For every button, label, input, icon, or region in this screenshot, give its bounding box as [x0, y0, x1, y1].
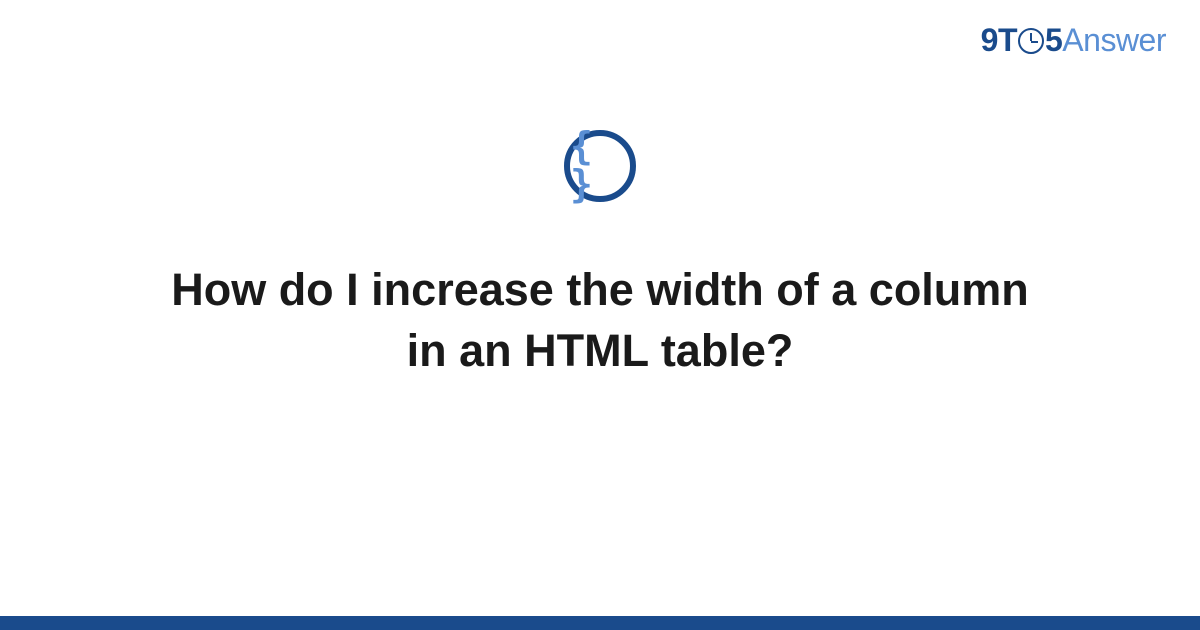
clock-icon	[1018, 28, 1044, 54]
code-braces-icon: { }	[564, 130, 636, 202]
logo-text-5: 5	[1045, 22, 1062, 59]
braces-glyph: { }	[570, 127, 630, 203]
logo-text-answer: Answer	[1062, 22, 1166, 59]
logo-text-9t: 9T	[981, 22, 1017, 59]
site-logo[interactable]: 9T 5 Answer	[981, 22, 1166, 59]
question-title: How do I increase the width of a column …	[140, 260, 1060, 382]
main-content: { } How do I increase the width of a col…	[0, 130, 1200, 382]
footer-accent-bar	[0, 616, 1200, 630]
